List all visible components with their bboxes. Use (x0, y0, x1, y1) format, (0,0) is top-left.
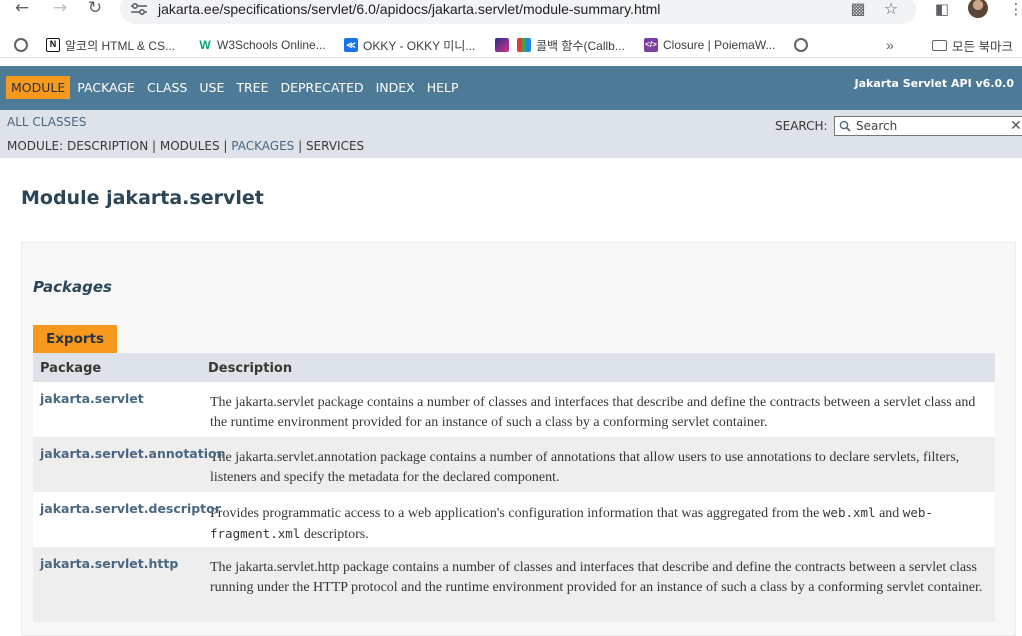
section-heading: Packages (33, 278, 112, 296)
package-description: Provides programmatic access to a web ap… (210, 492, 995, 545)
nav-deprecated[interactable]: Deprecated (275, 76, 368, 99)
about-label: Jakarta Servlet API v6.0.0 (854, 77, 1014, 90)
description-text: descriptors. (300, 527, 369, 542)
paint-icon (495, 38, 509, 52)
table-row: jakarta.servlet.descriptor Provides progr… (33, 492, 995, 547)
column-header-description: Description (208, 361, 293, 376)
packages-table: Package Description jakarta.servlet The j… (33, 353, 995, 622)
search-icon (839, 120, 851, 132)
folder-icon (932, 39, 947, 51)
subnav-description: Description (66, 139, 149, 153)
package-link[interactable]: jakarta.servlet.http (40, 556, 178, 571)
code-icon: </> (644, 38, 658, 52)
nav-module: Module (6, 76, 71, 99)
side-panel-icon[interactable]: ◧ (932, 0, 952, 18)
description-text: The jakarta.servlet.annotation package c… (210, 450, 960, 485)
globe-icon (794, 38, 808, 52)
module-prefix: Module: (7, 139, 64, 153)
description-text: The jakarta.servlet package contains a n… (210, 395, 976, 430)
table-row: jakarta.servlet.annotation The jakarta.se… (33, 437, 995, 492)
avatar[interactable] (968, 0, 988, 18)
nav-package[interactable]: Package (72, 76, 140, 99)
okky-icon: ≪ (344, 38, 358, 52)
table-header: Package Description (33, 353, 995, 382)
packages-summary: Packages Exports Package Description jak… (21, 242, 1016, 636)
package-description: The jakarta.servlet.annotation package c… (210, 437, 995, 488)
site-info-icon[interactable] (130, 3, 148, 15)
nav-use[interactable]: Use (194, 76, 229, 99)
description-text: Provides programmatic access to a web ap… (210, 506, 823, 521)
search-input[interactable]: Search (834, 116, 1022, 136)
description-text: and (875, 506, 903, 521)
bookmarks-bar: N 알코의 HTML & CS... W W3Schools Online...… (0, 32, 1022, 58)
page-title: Module jakarta.servlet (21, 187, 264, 209)
bookmark-star-icon[interactable]: ☆ (881, 0, 901, 18)
search-placeholder: Search (856, 119, 898, 133)
w3schools-icon: W (199, 38, 211, 52)
bookmark-item[interactable] (495, 37, 509, 53)
forward-icon[interactable]: → (46, 0, 74, 18)
bookmark-item[interactable]: </> Closure | PoiemaW... (644, 37, 776, 53)
search-label: SEARCH: (775, 119, 828, 133)
package-link[interactable]: jakarta.servlet.descriptor (40, 501, 221, 516)
subnav-services: Services (305, 139, 365, 153)
nav-tree[interactable]: Tree (231, 76, 273, 99)
top-nav: Module Package Class Use Tree Deprecated Index… (0, 66, 1022, 110)
bookmark-item[interactable]: W W3Schools Online... (198, 37, 325, 53)
table-body: jakarta.servlet The jakarta.servlet packa… (33, 382, 995, 622)
reset-search-icon[interactable]: ✕ (1010, 118, 1022, 134)
address-bar[interactable]: jakarta.ee/specifications/servlet/6.0/ap… (120, 0, 916, 24)
notion-icon: N (46, 38, 60, 52)
package-link[interactable]: jakarta.servlet.annotation (40, 446, 226, 461)
poiema-icon (517, 38, 531, 52)
bookmark-item[interactable]: 콜백 함수(Callb... (517, 37, 625, 53)
code-text: web.xml (822, 505, 876, 520)
package-description: The jakarta.servlet package contains a n… (210, 382, 995, 433)
nav-help[interactable]: Help (422, 76, 464, 99)
browser-toolbar: ← → ↻ jakarta.ee/specifications/servlet/… (0, 0, 1022, 32)
more-bookmarks-icon[interactable]: » (886, 37, 894, 53)
nav-index[interactable]: Index (371, 76, 420, 99)
bookmarks-folder[interactable]: 모든 북마크 (932, 37, 1013, 54)
bookmark-globe[interactable] (794, 37, 808, 53)
menu-icon[interactable]: ⋮ (1006, 0, 1022, 18)
globe-icon (14, 38, 28, 52)
module-subnav: Module: Description | Modules | Packages… (7, 139, 365, 153)
all-classes-link[interactable]: All Classes (7, 115, 86, 129)
reload-icon[interactable]: ↻ (81, 0, 109, 18)
subnav-modules: Modules (159, 139, 220, 153)
table-row: jakarta.servlet The jakarta.servlet packa… (33, 382, 995, 437)
sub-nav: All Classes Module: Description | Module… (0, 110, 1022, 158)
bookmark-item[interactable]: N 알코의 HTML & CS... (46, 37, 175, 53)
package-description: The jakarta.servlet.http package contain… (210, 547, 995, 598)
url-text[interactable]: jakarta.ee/specifications/servlet/6.0/ap… (158, 1, 660, 17)
description-text: The jakarta.servlet.http package contain… (210, 560, 983, 595)
nav-list: Module Package Class Use Tree Deprecated Index… (6, 76, 466, 99)
table-row: jakarta.servlet.http The jakarta.servlet.… (33, 547, 995, 622)
bookmark-item[interactable]: ≪ OKKY - OKKY 미니... (344, 37, 475, 53)
nav-class[interactable]: Class (142, 76, 192, 99)
column-header-package: Package (40, 361, 102, 376)
translate-icon[interactable]: ▩ (848, 0, 868, 18)
subnav-packages-link[interactable]: Packages (231, 139, 294, 153)
bookmark-globe[interactable] (14, 37, 28, 53)
exports-caption: Exports (33, 325, 118, 353)
package-link[interactable]: jakarta.servlet (40, 391, 144, 406)
back-icon[interactable]: ← (8, 0, 36, 18)
